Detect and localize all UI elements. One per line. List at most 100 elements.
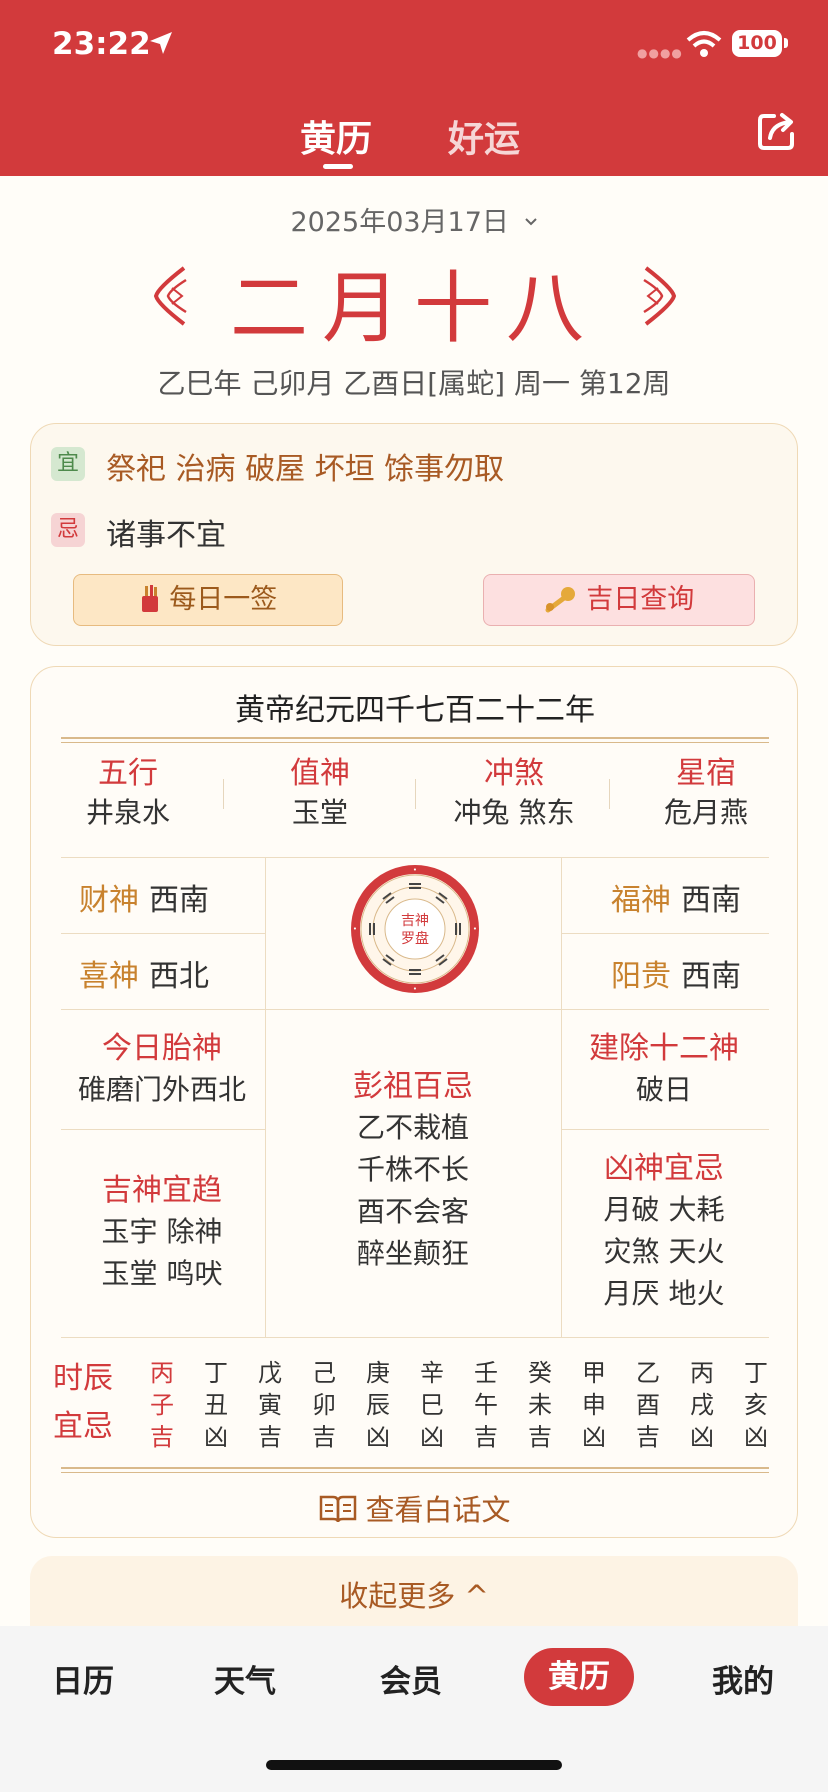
- hour-gan: 丙: [690, 1359, 714, 1387]
- hour-luck: 吉: [474, 1423, 498, 1451]
- ganzhi-line: 乙巳年 己卯月 乙酉日[属蛇] 周一 第12周: [157, 367, 671, 400]
- grid-line: [61, 933, 265, 934]
- hour-gan: 丁: [744, 1359, 768, 1387]
- battery-indicator: 100: [732, 30, 782, 57]
- tab-huangli[interactable]: 黄历: [300, 110, 372, 162]
- yiji-card: 宜 祭祀 治病 破屋 坏垣 馀事勿取 忌 诸事不宜 每日一签 吉日查询: [30, 423, 798, 646]
- hour-column: 辛巳凶: [417, 1357, 447, 1453]
- share-icon[interactable]: [756, 110, 798, 152]
- hour-gan: 癸: [528, 1359, 552, 1387]
- ji-tag: 忌: [51, 513, 85, 547]
- svg-text:•: •: [473, 925, 477, 933]
- hour-zhi: 丑: [204, 1391, 228, 1419]
- grid-line: [61, 1009, 769, 1010]
- hour-luck: 吉: [312, 1423, 336, 1451]
- prev-day-button[interactable]: [152, 266, 190, 326]
- hour-column: 壬午吉: [471, 1357, 501, 1453]
- active-tab-indicator: [323, 164, 353, 169]
- jishen-line: 玉堂 鸣吠: [101, 1257, 223, 1290]
- grid-line: [61, 857, 769, 858]
- xishen-value: 西北: [149, 959, 209, 994]
- hour-column: 戊寅吉: [255, 1357, 285, 1453]
- caishen-label: 财神: [79, 883, 139, 918]
- hours-label-line2: 宜忌: [53, 1409, 113, 1444]
- wuxing-value: 井泉水: [85, 796, 170, 829]
- xingxiu-head: 星宿: [676, 756, 736, 791]
- tabbar-member[interactable]: 会员: [380, 1656, 442, 1701]
- daily-sign-button[interactable]: 每日一签: [73, 574, 343, 626]
- xiongshen-cell: 凶神宜忌 月破 大耗 灾煞 天火 月厌 地火: [561, 1149, 767, 1315]
- hour-luck: 吉: [258, 1423, 282, 1451]
- hour-luck: 凶: [744, 1423, 768, 1451]
- taishen-value: 碓磨门外西北: [77, 1073, 246, 1106]
- hour-column: 癸未吉: [525, 1357, 555, 1453]
- compass-line2: 罗盘: [401, 930, 429, 947]
- taishen-cell: 今日胎神 碓磨门外西北: [59, 1029, 265, 1111]
- date-selector[interactable]: 2025年03月17日: [0, 200, 828, 239]
- era-title: 黄帝纪元四千七百二十二年: [235, 693, 595, 728]
- hour-gan: 己: [312, 1359, 336, 1387]
- yanggui-value: 西南: [681, 959, 741, 994]
- top-bar: 23:22 ●●●● 100 黄历 好运: [0, 0, 828, 176]
- divider-double: [61, 1467, 769, 1473]
- caishen-value: 西南: [149, 883, 209, 918]
- next-day-button[interactable]: [640, 266, 678, 326]
- xingxiu-cell: 星宿 危月燕: [621, 755, 791, 833]
- compass-icon[interactable]: • • • • 吉神 罗盘: [349, 863, 481, 995]
- view-vernacular-link[interactable]: 查看白话文: [31, 1487, 799, 1529]
- battery-tip: [784, 38, 788, 48]
- home-indicator: [266, 1760, 562, 1770]
- hour-column: 丙子吉: [147, 1357, 177, 1453]
- hour-zhi: 午: [474, 1391, 498, 1419]
- jishen-head: 吉神宜趋: [102, 1173, 222, 1208]
- hour-gan: 庚: [366, 1359, 390, 1387]
- tabbar-huangli[interactable]: 黄历: [524, 1648, 634, 1706]
- yanggui-cell: 阳贵 西南: [611, 951, 741, 995]
- divider-double: [61, 737, 769, 743]
- xishen-label: 喜神: [79, 959, 139, 994]
- hour-column: 己卯吉: [309, 1357, 339, 1453]
- hour-zhi: 戌: [690, 1391, 714, 1419]
- hour-zhi: 酉: [636, 1391, 660, 1419]
- hour-column: 甲申凶: [579, 1357, 609, 1453]
- tabbar-calendar[interactable]: 日历: [52, 1656, 114, 1701]
- hour-column: 丙戌凶: [687, 1357, 717, 1453]
- hour-luck: 吉: [528, 1423, 552, 1451]
- auspicious-day-label: 吉日查询: [586, 584, 695, 615]
- ruyi-icon: [545, 587, 575, 613]
- hour-luck: 吉: [636, 1423, 660, 1451]
- xiongshen-line: 灾煞 天火: [603, 1235, 725, 1268]
- hour-column: 丁亥凶: [741, 1357, 771, 1453]
- signal-icon: ●●●●: [637, 46, 683, 60]
- vernacular-label: 查看白话文: [365, 1493, 511, 1527]
- divider: [223, 779, 224, 809]
- location-arrow-icon: [150, 32, 172, 54]
- hour-zhi: 卯: [312, 1391, 336, 1419]
- zhishen-head: 值神: [290, 756, 350, 791]
- chevron-down-icon: [524, 218, 537, 226]
- chongsha-cell: 冲煞 冲兔 煞东: [429, 755, 599, 833]
- hour-gan: 辛: [420, 1359, 444, 1387]
- pengzu-head: 彭祖百忌: [353, 1069, 473, 1104]
- lunar-date: 二月十八: [229, 264, 598, 354]
- tab-haoyun[interactable]: 好运: [448, 110, 520, 162]
- hour-zhi: 辰: [366, 1391, 390, 1419]
- hour-column: 丁丑凶: [201, 1357, 231, 1453]
- divider: [609, 779, 610, 809]
- fushen-cell: 福神 西南: [611, 875, 741, 919]
- hour-gan: 甲: [582, 1359, 606, 1387]
- xishen-cell: 喜神 西北: [79, 951, 209, 995]
- tabbar-weather[interactable]: 天气: [214, 1656, 276, 1701]
- hour-gan: 戊: [258, 1359, 282, 1387]
- jianchu-head: 建除十二神: [589, 1031, 739, 1066]
- collapse-more-button[interactable]: 收起更多 ^: [30, 1556, 798, 1636]
- xiongshen-head: 凶神宜忌: [604, 1151, 724, 1186]
- zhishen-value: 玉堂: [291, 796, 348, 829]
- pengzu-line: 千株不长: [356, 1153, 469, 1186]
- tabbar-mine[interactable]: 我的: [712, 1656, 774, 1701]
- zhishen-cell: 值神 玉堂: [235, 755, 405, 833]
- auspicious-day-button[interactable]: 吉日查询: [483, 574, 755, 626]
- svg-text:•: •: [353, 925, 357, 933]
- grid-line: [561, 1129, 769, 1130]
- hour-zhi: 子: [150, 1391, 174, 1419]
